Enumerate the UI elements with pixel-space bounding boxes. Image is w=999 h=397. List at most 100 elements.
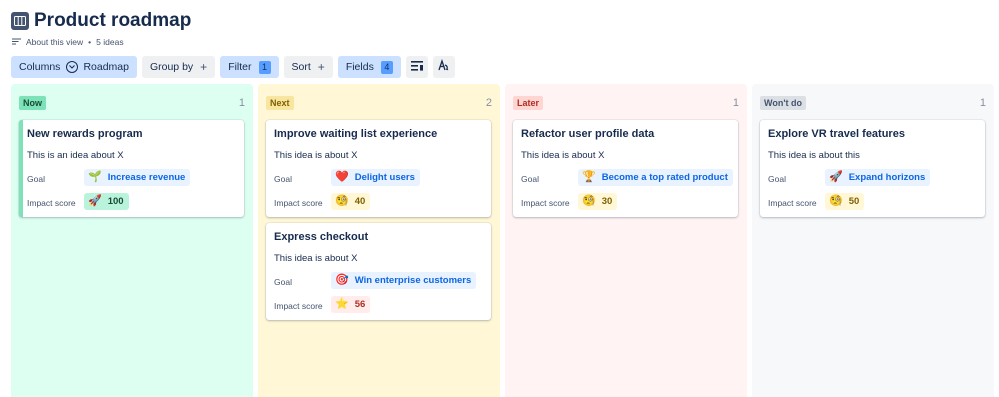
column-header: Won't do 1 xyxy=(760,96,986,110)
columns-label: Columns xyxy=(19,61,61,73)
card-layout-button[interactable] xyxy=(405,56,428,78)
goal-chip[interactable]: 🎯 Win enterprise customers xyxy=(331,272,477,289)
impact-score-label: Impact score xyxy=(768,198,817,208)
idea-card[interactable]: Refactor user profile data This idea is … xyxy=(513,120,738,217)
chevron-down-icon xyxy=(66,61,79,73)
column-count: 1 xyxy=(979,97,986,109)
card-title: New rewards program xyxy=(27,128,143,140)
seedling-icon: 🌱 xyxy=(88,171,102,183)
fields-count-badge: 4 xyxy=(380,60,393,74)
column-name-lozenge: Next xyxy=(266,96,294,110)
impact-score-chip: 🧐 50 xyxy=(825,193,865,210)
card-description: This idea is about X xyxy=(274,150,358,161)
goal-value: Increase revenue xyxy=(107,172,186,183)
impact-score-value: 40 xyxy=(354,196,366,207)
target-icon: 🎯 xyxy=(335,274,349,286)
goal-value: Delight users xyxy=(354,172,415,183)
plus-icon: + xyxy=(200,60,208,74)
column-name-lozenge: Won't do xyxy=(760,96,806,110)
goal-label: Goal xyxy=(274,174,292,184)
card-layout-icon xyxy=(410,60,423,74)
card-title: Improve waiting list experience xyxy=(274,128,438,140)
impact-score-chip: 🧐 40 xyxy=(331,193,371,210)
columns-value: Roadmap xyxy=(83,61,129,73)
monocle-face-icon: 🧐 xyxy=(582,195,596,207)
plus-icon: + xyxy=(317,60,325,74)
idea-card[interactable]: Explore VR travel features This idea is … xyxy=(760,120,985,217)
idea-card[interactable]: New rewards program This is an idea abou… xyxy=(19,120,244,217)
goal-value: Become a top rated product xyxy=(601,172,728,183)
card-title: Refactor user profile data xyxy=(521,128,655,140)
ideas-count: 5 ideas xyxy=(96,37,124,47)
column-count: 2 xyxy=(485,97,492,109)
goal-label: Goal xyxy=(768,174,786,184)
goal-label: Goal xyxy=(521,174,539,184)
column-later: Later 1 Refactor user profile data This … xyxy=(505,84,747,397)
group-by-label: Group by xyxy=(149,61,194,73)
trophy-icon: 🏆 xyxy=(582,171,596,183)
goal-label: Goal xyxy=(27,174,45,184)
goal-chip[interactable]: 🚀 Expand horizons xyxy=(825,169,931,186)
goal-value: Win enterprise customers xyxy=(354,275,472,286)
sort-button[interactable]: Sort + xyxy=(283,56,333,78)
column-name-lozenge: Now xyxy=(19,96,46,110)
heart-icon: ❤️ xyxy=(335,171,349,183)
page-header: Product roadmap xyxy=(11,10,191,32)
star-icon: ⭐ xyxy=(335,298,349,310)
column-wont-do: Won't do 1 Explore VR travel features Th… xyxy=(752,84,994,397)
column-header: Next 2 xyxy=(266,96,492,110)
column-header: Now 1 xyxy=(19,96,245,110)
card-description: This is an idea about X xyxy=(27,150,124,161)
goal-chip[interactable]: 🏆 Become a top rated product xyxy=(578,169,733,186)
monocle-face-icon: 🧐 xyxy=(829,195,843,207)
columns-button[interactable]: Columns Roadmap xyxy=(11,56,137,78)
board-view-icon xyxy=(11,12,29,30)
filter-label: Filter xyxy=(228,61,252,73)
goal-label: Goal xyxy=(274,277,292,287)
impact-score-value: 56 xyxy=(354,299,366,310)
card-description: This idea is about X xyxy=(521,150,605,161)
impact-score-chip: 🧐 30 xyxy=(578,193,618,210)
rocket-icon: 🚀 xyxy=(829,171,843,183)
group-by-button[interactable]: Group by + xyxy=(141,56,216,78)
column-next: Next 2 Improve waiting list experience T… xyxy=(258,84,500,397)
rocket-icon: 🚀 xyxy=(88,195,102,207)
impact-score-label: Impact score xyxy=(274,198,323,208)
impact-score-label: Impact score xyxy=(521,198,570,208)
column-now: Now 1 New rewards program This is an ide… xyxy=(11,84,253,397)
column-count: 1 xyxy=(732,97,739,109)
column-count: 1 xyxy=(238,97,245,109)
fields-label: Fields xyxy=(345,61,374,73)
impact-score-value: 100 xyxy=(107,196,124,207)
idea-card[interactable]: Improve waiting list experience This ide… xyxy=(266,120,491,217)
impact-score-chip: 🚀 100 xyxy=(84,193,129,210)
card-title: Explore VR travel features xyxy=(768,128,905,140)
card-description: This idea is about this xyxy=(768,150,860,161)
card-description: This idea is about X xyxy=(274,253,358,264)
sort-label: Sort xyxy=(291,61,311,73)
filter-count-badge: 1 xyxy=(258,60,271,74)
toolbar: Columns Roadmap Group by + Filter 1 Sort… xyxy=(11,56,460,78)
view-meta: About this view • 5 ideas xyxy=(12,37,124,47)
goal-chip[interactable]: 🌱 Increase revenue xyxy=(84,169,191,186)
fields-button[interactable]: Fields 4 xyxy=(337,56,401,78)
impact-score-chip: ⭐ 56 xyxy=(331,296,371,313)
impact-score-value: 50 xyxy=(848,196,860,207)
column-name-lozenge: Later xyxy=(513,96,544,110)
card-title: Express checkout xyxy=(274,231,369,243)
about-this-view-link[interactable]: About this view xyxy=(26,37,83,47)
idea-card[interactable]: Express checkout This idea is about X Go… xyxy=(266,223,491,320)
magic-format-icon xyxy=(437,58,450,75)
monocle-face-icon: 🧐 xyxy=(335,195,349,207)
column-header: Later 1 xyxy=(513,96,739,110)
impact-score-label: Impact score xyxy=(27,198,76,208)
filter-button[interactable]: Filter 1 xyxy=(220,56,279,78)
meta-separator: • xyxy=(88,37,92,47)
impact-score-label: Impact score xyxy=(274,301,323,311)
goal-chip[interactable]: ❤️ Delight users xyxy=(331,169,420,186)
page-title: Product roadmap xyxy=(34,10,192,31)
description-lines-icon xyxy=(12,37,21,47)
auto-format-button[interactable] xyxy=(432,56,455,78)
impact-score-value: 30 xyxy=(601,196,613,207)
goal-value: Expand horizons xyxy=(848,172,926,183)
